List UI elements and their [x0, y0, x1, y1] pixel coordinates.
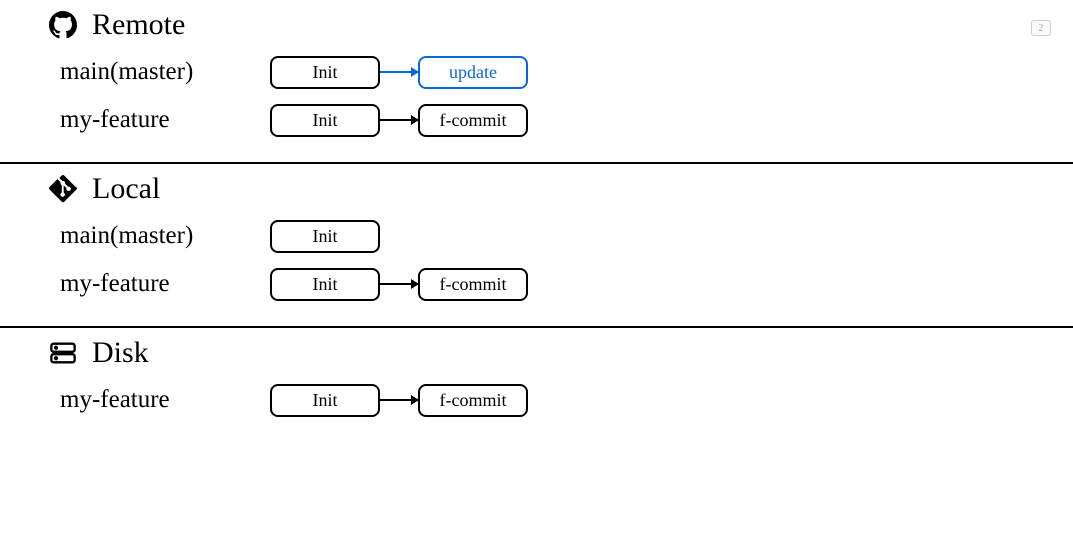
section-local: Local main(master) Init my-feature Init … — [0, 164, 1073, 326]
commit-chain: Init f-commit — [270, 268, 528, 301]
section-header-disk: Disk — [0, 336, 1073, 370]
arrow-icon — [380, 119, 418, 121]
branch-label: my-feature — [60, 270, 270, 298]
branch-label: main(master) — [60, 222, 270, 250]
section-title-local: Local — [92, 172, 160, 206]
branch-label: my-feature — [60, 386, 270, 414]
arrow-icon — [380, 71, 418, 73]
commit-chain: Init f-commit — [270, 104, 528, 137]
commit-box: f-commit — [418, 384, 528, 417]
section-remote: Remote main(master) Init update my-featu… — [0, 0, 1073, 162]
commit-box: Init — [270, 104, 380, 137]
branch-row: main(master) Init update — [0, 48, 1073, 96]
branch-row: my-feature Init f-commit — [0, 96, 1073, 144]
branch-label: main(master) — [60, 58, 270, 86]
commit-box: Init — [270, 268, 380, 301]
commit-box: f-commit — [418, 268, 528, 301]
section-header-local: Local — [0, 172, 1073, 206]
section-title-remote: Remote — [92, 8, 185, 42]
page-badge: 2 — [1031, 20, 1051, 36]
arrow-icon — [380, 283, 418, 285]
commit-chain: Init f-commit — [270, 384, 528, 417]
github-icon — [48, 10, 78, 40]
section-title-disk: Disk — [92, 336, 149, 370]
section-header-remote: Remote — [0, 8, 1073, 42]
branch-row: main(master) Init — [0, 212, 1073, 260]
commit-box: Init — [270, 56, 380, 89]
arrow-icon — [380, 399, 418, 401]
branch-row: my-feature Init f-commit — [0, 376, 1073, 424]
commit-chain: Init update — [270, 56, 528, 89]
commit-box: Init — [270, 220, 380, 253]
commit-chain: Init — [270, 220, 380, 253]
commit-box: Init — [270, 384, 380, 417]
branch-row: my-feature Init f-commit — [0, 260, 1073, 308]
section-disk: Disk my-feature Init f-commit — [0, 328, 1073, 442]
git-icon — [48, 174, 78, 204]
commit-box: f-commit — [418, 104, 528, 137]
branch-label: my-feature — [60, 106, 270, 134]
commit-box: update — [418, 56, 528, 89]
disk-icon — [48, 338, 78, 368]
